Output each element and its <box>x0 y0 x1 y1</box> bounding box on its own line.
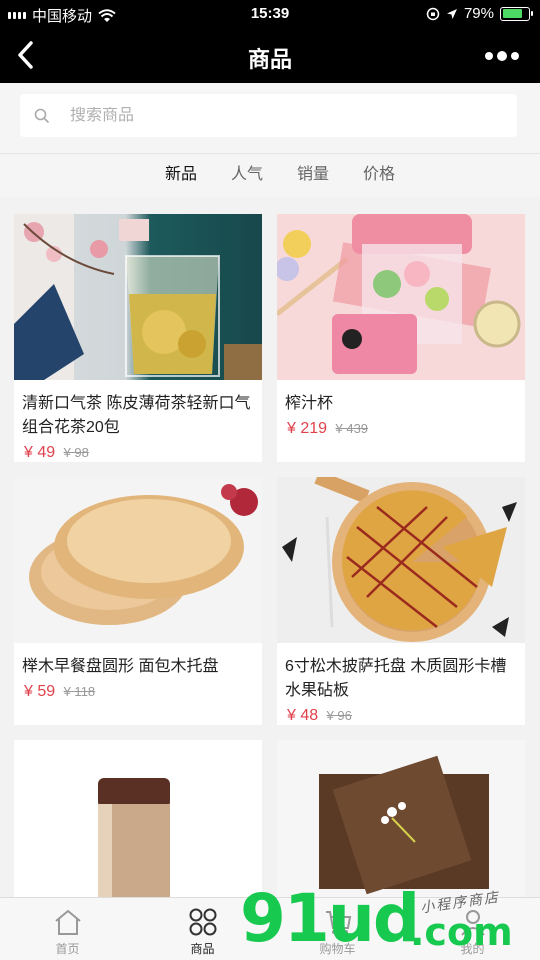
tab-price[interactable]: 价格 <box>363 154 395 197</box>
product-image <box>277 214 525 380</box>
search-box[interactable] <box>20 94 517 137</box>
more-options-button[interactable] <box>484 46 520 66</box>
search-area <box>0 83 540 153</box>
orientation-lock-icon <box>426 7 440 20</box>
product-image <box>277 477 525 643</box>
search-input[interactable] <box>70 106 470 125</box>
page-title: 商品 <box>247 47 292 72</box>
watermark: 91ud .com 小程序商店 <box>240 880 540 960</box>
grid-icon <box>189 908 216 936</box>
product-card[interactable] <box>277 740 525 900</box>
product-prices: ¥ 49 ¥ 98 <box>14 440 262 462</box>
product-name: 6寸松木披萨托盘 木质圆形卡槽水果砧板 <box>285 658 507 699</box>
product-original-price: ¥ 439 <box>335 421 369 436</box>
product-name: 清新口气茶 陈皮薄荷茶轻新口气组合花茶20包 <box>22 395 251 436</box>
watermark-logo: 91ud <box>240 880 420 957</box>
product-image <box>14 740 262 900</box>
location-icon <box>446 8 457 19</box>
battery-percent: 79% <box>463 5 494 22</box>
product-price: ¥ 59 <box>24 683 56 700</box>
product-name: 榉木早餐盘圆形 面包木托盘 <box>22 658 219 675</box>
product-card[interactable] <box>14 740 262 900</box>
nav-bar: 商品 <box>0 28 540 83</box>
status-right: 79% <box>426 5 533 22</box>
search-icon <box>34 108 49 123</box>
product-prices: ¥ 219 ¥ 439 <box>277 416 525 438</box>
product-price: ¥ 48 <box>287 707 319 724</box>
product-price: ¥ 219 <box>287 420 328 437</box>
product-prices: ¥ 48 ¥ 96 <box>277 703 525 725</box>
product-original-price: ¥ 98 <box>63 445 89 460</box>
product-image <box>14 214 262 380</box>
product-image <box>14 477 262 643</box>
product-price: ¥ 49 <box>24 444 56 461</box>
home-icon <box>54 909 81 935</box>
tab-popularity[interactable]: 人气 <box>231 154 263 197</box>
battery-icon <box>500 6 533 21</box>
status-bar: 中国移动 15:39 79% <box>0 0 540 28</box>
sort-tabs: 新品 人气 销量 价格 <box>0 153 540 197</box>
product-prices: ¥ 59 ¥ 118 <box>14 679 262 701</box>
product-image <box>277 740 525 900</box>
product-card[interactable]: 榉木早餐盘圆形 面包木托盘 ¥ 59 ¥ 118 <box>14 477 262 725</box>
tab-sales[interactable]: 销量 <box>297 154 329 197</box>
tab-label: 商品 <box>190 942 215 956</box>
product-name: 榨汁杯 <box>285 395 334 412</box>
tab-new[interactable]: 新品 <box>165 154 197 197</box>
product-original-price: ¥ 118 <box>63 684 96 699</box>
product-original-price: ¥ 96 <box>326 708 352 723</box>
product-card[interactable]: 清新口气茶 陈皮薄荷茶轻新口气组合花茶20包 ¥ 49 ¥ 98 <box>14 214 262 462</box>
product-card[interactable]: 榨汁杯 ¥ 219 ¥ 439 <box>277 214 525 462</box>
tab-label: 首页 <box>55 942 80 956</box>
product-card[interactable]: 6寸松木披萨托盘 木质圆形卡槽水果砧板 ¥ 48 ¥ 96 <box>277 477 525 725</box>
tab-home[interactable]: 首页 <box>0 898 135 960</box>
